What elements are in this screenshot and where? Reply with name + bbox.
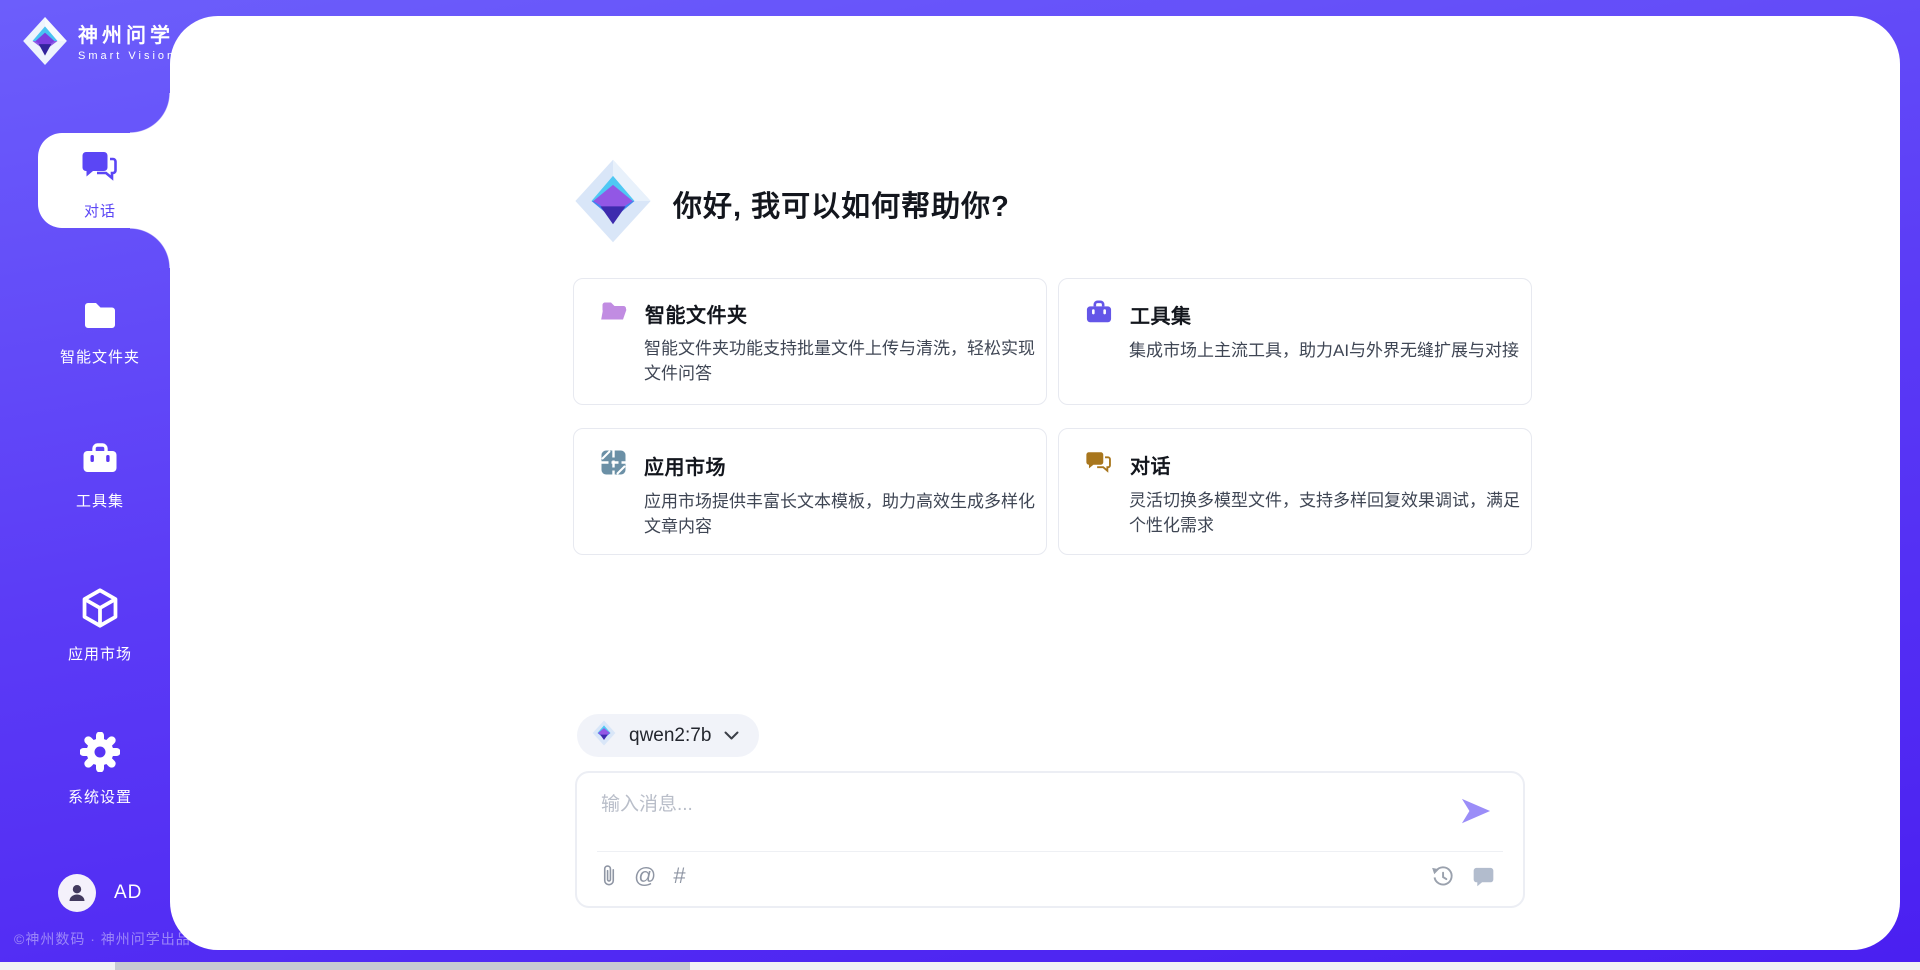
composer-divider: [597, 851, 1503, 852]
sidebar-item-label: 应用市场: [68, 643, 132, 664]
sidebar-item-chat[interactable]: 对话: [30, 146, 170, 221]
hash-icon[interactable]: #: [673, 865, 685, 887]
card-title: 工具集: [1130, 300, 1192, 329]
card-description: 灵活切换多模型文件，支持多样回复效果调试，满足个性化需求: [1129, 489, 1521, 538]
card-description: 应用市场提供丰富长文本模板，助力高效生成多样化文章内容: [644, 490, 1036, 539]
brand-logo: 神州问学 Smart Vision: [22, 16, 176, 71]
sidebar-item-label: 系统设置: [68, 786, 132, 807]
card-title: 智能文件夹: [645, 299, 748, 328]
brand-name: 神州问学: [78, 26, 176, 46]
chat-icon: [1085, 449, 1113, 480]
send-icon: [1460, 796, 1492, 826]
card-toolset[interactable]: 工具集 集成市场上主流工具，助力AI与外界无缝扩展与对接: [1058, 278, 1532, 405]
brand-subtitle: Smart Vision: [78, 51, 176, 62]
card-app-market[interactable]: 应用市场 应用市场提供丰富长文本模板，助力高效生成多样化文章内容: [573, 428, 1047, 555]
active-tab-fillet-bottom: [130, 228, 170, 268]
model-logo-icon: [592, 720, 616, 751]
paperclip-icon[interactable]: [601, 864, 617, 888]
sidebar-item-smart-folder[interactable]: 智能文件夹: [30, 298, 170, 367]
grid-icon: [600, 449, 627, 481]
user-profile[interactable]: AD: [58, 874, 142, 912]
sidebar-item-toolset[interactable]: 工具集: [30, 442, 170, 511]
folder-icon: [600, 299, 628, 328]
feature-cards: 智能文件夹 智能文件夹功能支持批量文件上传与清洗，轻松实现文件问答 工具集 集成…: [573, 278, 1532, 555]
cube-icon: [80, 587, 120, 634]
card-title: 应用市场: [644, 451, 726, 480]
chat-icon: [80, 146, 120, 191]
mention-icon[interactable]: @: [634, 865, 656, 887]
card-description: 智能文件夹功能支持批量文件上传与清洗，轻松实现文件问答: [644, 337, 1036, 386]
send-button[interactable]: [1459, 795, 1493, 829]
message-composer: @ #: [575, 771, 1525, 908]
card-chat[interactable]: 对话 灵活切换多模型文件，支持多样回复效果调试，满足个性化需求: [1058, 428, 1532, 555]
sidebar-item-label: 对话: [84, 200, 116, 221]
message-input[interactable]: [599, 787, 1463, 849]
sidebar-footer-credit: ©神州数码 · 神州问学出品: [14, 929, 191, 949]
card-smart-folder[interactable]: 智能文件夹 智能文件夹功能支持批量文件上传与清洗，轻松实现文件问答: [573, 278, 1047, 405]
card-description: 集成市场上主流工具，助力AI与外界无缝扩展与对接: [1129, 339, 1521, 364]
chevron-down-icon: [724, 727, 739, 745]
active-tab-fillet-top: [130, 93, 170, 133]
gear-icon: [80, 732, 120, 777]
sidebar-item-settings[interactable]: 系统设置: [30, 732, 170, 807]
greeting-block: 你好, 我可以如何帮助你?: [573, 158, 1010, 249]
greeting-title: 你好, 我可以如何帮助你?: [673, 183, 1010, 225]
history-icon[interactable]: [1431, 865, 1454, 888]
model-selector[interactable]: qwen2:7b: [577, 714, 759, 757]
assistant-logo-icon: [573, 158, 653, 249]
toolbox-icon: [1085, 299, 1113, 330]
user-name: AD: [114, 882, 142, 904]
toolbox-icon: [81, 442, 119, 481]
horizontal-scrollbar-thumb[interactable]: [115, 962, 690, 970]
model-name: qwen2:7b: [629, 725, 711, 747]
chat-bubble-icon[interactable]: [1472, 866, 1495, 887]
folder-icon: [81, 298, 119, 337]
sidebar-item-label: 智能文件夹: [60, 346, 140, 367]
user-avatar-icon: [58, 874, 96, 912]
brand-diamond-icon: [22, 16, 68, 71]
card-title: 对话: [1130, 450, 1171, 479]
sidebar-item-app-market[interactable]: 应用市场: [30, 587, 170, 664]
sidebar-item-label: 工具集: [76, 490, 124, 511]
